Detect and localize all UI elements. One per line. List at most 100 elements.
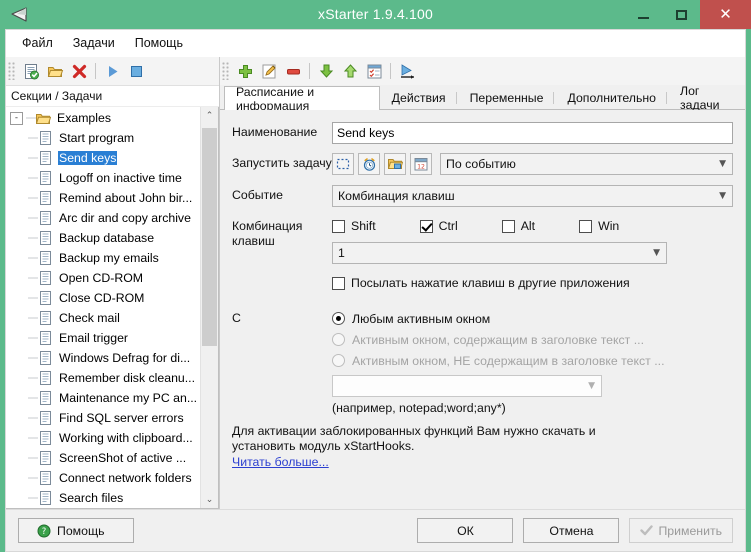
play-icon[interactable] <box>100 59 124 83</box>
red-x-icon[interactable] <box>67 59 91 83</box>
ok-button[interactable]: ОК <box>417 518 514 543</box>
tree-item-label: Maintenance my PC an... <box>59 391 198 405</box>
cancel-button[interactable]: Отмена <box>523 518 620 543</box>
scroll-down-icon[interactable]: ⌄ <box>201 491 218 508</box>
edit-pencil-icon[interactable] <box>257 59 281 83</box>
play-arrow-icon[interactable] <box>395 59 419 83</box>
tree-scrollbar[interactable]: ⌃ ⌄ <box>200 107 218 508</box>
minimize-button[interactable] <box>624 0 662 29</box>
tree-item-7[interactable]: Open CD-ROM <box>6 268 200 288</box>
tree-line <box>28 128 38 148</box>
event-combo[interactable]: Комбинация клавиш ▼ <box>332 185 733 207</box>
task-icon <box>38 130 53 146</box>
alarm-clock-icon[interactable] <box>358 153 380 175</box>
tree-item-17[interactable]: Connect network folders <box>6 468 200 488</box>
help-button[interactable]: ? Помощь <box>18 518 134 543</box>
tab-schedule-info[interactable]: Расписание и информация <box>224 85 380 113</box>
folder-watch-icon[interactable] <box>384 153 406 175</box>
toolbar-separator <box>309 63 310 79</box>
toolbar-grip[interactable] <box>8 62 16 80</box>
tree-item-16[interactable]: ScreenShot of active ... <box>6 448 200 468</box>
scroll-up-icon[interactable]: ⌃ <box>201 107 218 124</box>
checkbox-ctrl[interactable] <box>419 219 433 233</box>
toolbar-grip[interactable] <box>222 62 230 80</box>
checkbox-alt[interactable] <box>501 219 515 233</box>
menu-bar: Файл Задачи Помощь <box>6 30 745 57</box>
radio-any-active-window-row[interactable]: Любым активным окном <box>332 308 733 329</box>
checkbox-shift[interactable] <box>332 219 345 233</box>
scrollbar-track[interactable] <box>201 124 218 491</box>
radio-any-active-window[interactable] <box>332 312 345 325</box>
key-combo[interactable]: 1 ▼ <box>332 242 667 264</box>
menu-help[interactable]: Помощь <box>125 32 193 54</box>
task-icon <box>38 350 53 366</box>
tree-line <box>28 308 38 328</box>
apply-button[interactable]: Применить <box>629 518 733 543</box>
radio-title-contains[interactable] <box>332 333 345 346</box>
green-plus-icon[interactable] <box>233 59 257 83</box>
tree-item-14[interactable]: Find SQL server errors <box>6 408 200 428</box>
details-toolbar <box>220 57 745 85</box>
radio-title-not-contains-row[interactable]: Активным окном, НЕ содержащим в заголовк… <box>332 350 733 371</box>
run-mode-combo[interactable]: По событию ▼ <box>440 153 733 175</box>
hotkey-label-line2: клавиш <box>232 234 275 248</box>
task-tree[interactable]: - Examples Start program Send keys Logof… <box>6 107 200 508</box>
tree-item-0[interactable]: Start program <box>6 128 200 148</box>
maximize-button[interactable] <box>662 0 700 29</box>
tree-item-label: Backup database <box>59 231 155 245</box>
tab-advanced[interactable]: Дополнительно <box>555 86 668 109</box>
scrollbar-thumb[interactable] <box>202 128 217 346</box>
tree-item-1[interactable]: Send keys <box>6 148 200 168</box>
tree-item-label: Email trigger <box>59 331 129 345</box>
new-document-icon[interactable] <box>19 59 43 83</box>
green-up-arrow-icon[interactable] <box>338 59 362 83</box>
tree-item-11[interactable]: Windows Defrag for di... <box>6 348 200 368</box>
stop-icon[interactable] <box>124 59 148 83</box>
tree-item-13[interactable]: Maintenance my PC an... <box>6 388 200 408</box>
close-icon: ✕ <box>719 5 732 23</box>
dotted-rect-icon[interactable] <box>332 153 354 175</box>
expander-icon[interactable]: - <box>10 111 23 125</box>
menu-file[interactable]: Файл <box>12 32 63 54</box>
tree-line <box>28 348 38 368</box>
checklist-icon[interactable] <box>362 59 386 83</box>
menu-tasks[interactable]: Задачи <box>63 32 125 54</box>
modifier-checkboxes: Shift Ctrl Alt Win <box>332 216 733 236</box>
read-more-link[interactable]: Читать больше... <box>232 455 329 470</box>
checkbox-send-keys-other-apps[interactable] <box>332 276 345 290</box>
radio-title-not-contains[interactable] <box>332 354 345 367</box>
tree-item-6[interactable]: Backup my emails <box>6 248 200 268</box>
tree-line <box>26 108 36 128</box>
tree-item-12[interactable]: Remember disk cleanu... <box>6 368 200 388</box>
tab-actions[interactable]: Действия <box>380 86 458 109</box>
tree-item-10[interactable]: Email trigger <box>6 328 200 348</box>
checkbox-win[interactable] <box>579 219 593 233</box>
tab-variables[interactable]: Переменные <box>458 86 556 109</box>
folder-icon[interactable] <box>43 59 67 83</box>
tree-item-9[interactable]: Check mail <box>6 308 200 328</box>
red-minus-icon[interactable] <box>281 59 305 83</box>
tree-item-5[interactable]: Backup database <box>6 228 200 248</box>
tree-item-2[interactable]: Logoff on inactive time <box>6 168 200 188</box>
toolbar-separator <box>390 63 391 79</box>
tree-line <box>28 188 38 208</box>
name-input[interactable] <box>332 122 733 144</box>
calendar-icon[interactable]: 12 <box>410 153 432 175</box>
hotkey-label: Комбинация клавиш <box>232 216 332 249</box>
green-down-arrow-icon[interactable] <box>314 59 338 83</box>
tab-task-log[interactable]: Лог задачи <box>668 84 745 112</box>
tree-item-15[interactable]: Working with clipboard... <box>6 428 200 448</box>
close-button[interactable]: ✕ <box>700 0 751 29</box>
tree-item-4[interactable]: Arc dir and copy archive <box>6 208 200 228</box>
event-value: Комбинация клавиш <box>338 189 455 203</box>
radio-title-contains-label: Активным окном, содержащим в заголовке т… <box>352 332 644 347</box>
folder-icon <box>36 110 51 126</box>
radio-title-contains-row[interactable]: Активным окном, содержащим в заголовке т… <box>332 329 733 350</box>
tree-root-examples[interactable]: - Examples <box>6 108 200 128</box>
window-filter-combo[interactable]: ▼ <box>332 375 602 397</box>
tree-item-3[interactable]: Remind about John bir... <box>6 188 200 208</box>
tree-item-18[interactable]: Search files <box>6 488 200 508</box>
tree-item-8[interactable]: Close CD-ROM <box>6 288 200 308</box>
tree-line <box>28 448 38 468</box>
tree-line <box>28 148 38 168</box>
